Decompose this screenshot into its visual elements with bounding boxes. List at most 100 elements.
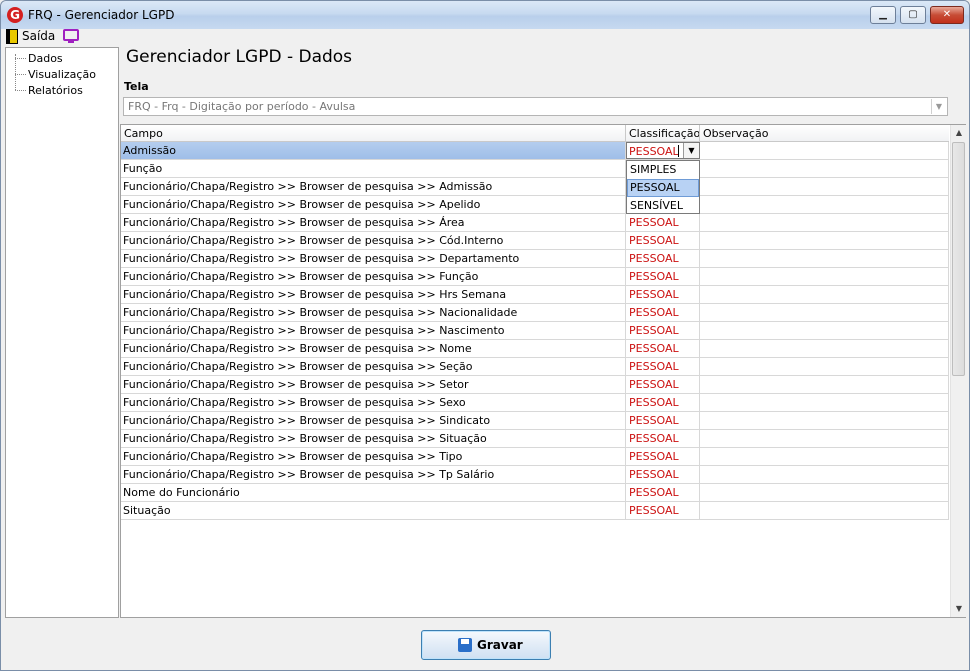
cell-campo[interactable]: Funcionário/Chapa/Registro >> Browser de… — [121, 466, 626, 483]
cell-campo[interactable]: Nome do Funcionário — [121, 484, 626, 501]
cell-campo[interactable]: Funcionário/Chapa/Registro >> Browser de… — [121, 322, 626, 339]
cell-observacao[interactable] — [700, 484, 949, 501]
save-button[interactable]: Gravar — [421, 630, 551, 660]
cell-observacao[interactable] — [700, 214, 949, 231]
cell-observacao[interactable] — [700, 286, 949, 303]
cell-classificacao[interactable]: PESSOAL — [626, 484, 700, 501]
cell-campo[interactable]: Funcionário/Chapa/Registro >> Browser de… — [121, 304, 626, 321]
table-row[interactable]: Funcionário/Chapa/Registro >> Browser de… — [121, 232, 949, 250]
cell-campo[interactable]: Funcionário/Chapa/Registro >> Browser de… — [121, 358, 626, 375]
cell-observacao[interactable] — [700, 448, 949, 465]
close-button[interactable]: ✕ — [930, 6, 964, 24]
table-row[interactable]: Funcionário/Chapa/Registro >> Browser de… — [121, 358, 949, 376]
cell-observacao[interactable] — [700, 394, 949, 411]
minimize-button[interactable]: ▁ — [870, 6, 896, 24]
cell-classificacao[interactable]: PESSOAL — [626, 448, 700, 465]
cell-observacao[interactable] — [700, 412, 949, 429]
chevron-down-icon[interactable]: ▼ — [683, 143, 699, 158]
dropdown-option[interactable]: PESSOAL — [627, 179, 699, 197]
cell-classificacao[interactable]: PESSOAL — [626, 268, 700, 285]
cell-classificacao[interactable]: PESSOAL — [626, 412, 700, 429]
cell-observacao[interactable] — [700, 358, 949, 375]
cell-observacao[interactable] — [700, 250, 949, 267]
cell-campo[interactable]: Funcionário/Chapa/Registro >> Browser de… — [121, 286, 626, 303]
table-row[interactable]: Funcionário/Chapa/Registro >> Browser de… — [121, 196, 949, 214]
monitor-icon[interactable] — [63, 29, 79, 43]
cell-observacao[interactable] — [700, 232, 949, 249]
cell-campo[interactable]: Funcionário/Chapa/Registro >> Browser de… — [121, 412, 626, 429]
cell-observacao[interactable] — [700, 430, 949, 447]
cell-classificacao[interactable]: PESSOAL — [626, 250, 700, 267]
table-row[interactable]: Nome do Funcionário PESSOAL — [121, 484, 949, 502]
dropdown-option[interactable]: SENSÍVEL — [627, 197, 699, 215]
cell-campo[interactable]: Funcionário/Chapa/Registro >> Browser de… — [121, 376, 626, 393]
table-row[interactable]: Funcionário/Chapa/Registro >> Browser de… — [121, 412, 949, 430]
cell-observacao[interactable] — [700, 142, 949, 159]
cell-classificacao[interactable]: PESSOAL — [626, 286, 700, 303]
cell-observacao[interactable] — [700, 340, 949, 357]
table-row[interactable]: Situação PESSOAL — [121, 502, 949, 520]
column-header-campo[interactable]: Campo — [121, 125, 626, 141]
table-row[interactable]: Funcionário/Chapa/Registro >> Browser de… — [121, 268, 949, 286]
table-row[interactable]: Funcionário/Chapa/Registro >> Browser de… — [121, 340, 949, 358]
table-row[interactable]: Funcionário/Chapa/Registro >> Browser de… — [121, 430, 949, 448]
cell-observacao[interactable] — [700, 268, 949, 285]
cell-campo[interactable]: Funcionário/Chapa/Registro >> Browser de… — [121, 214, 626, 231]
cell-campo[interactable]: Funcionário/Chapa/Registro >> Browser de… — [121, 448, 626, 465]
classification-editor[interactable]: PESSOAL ▼ — [626, 142, 700, 159]
column-header-classificacao[interactable]: Classificação — [626, 125, 700, 141]
cell-classificacao[interactable]: PESSOAL — [626, 322, 700, 339]
chevron-down-icon[interactable]: ▼ — [931, 99, 946, 114]
cell-observacao[interactable] — [700, 178, 949, 195]
table-row[interactable]: Função — [121, 160, 949, 178]
cell-campo[interactable]: Funcionário/Chapa/Registro >> Browser de… — [121, 250, 626, 267]
cell-campo[interactable]: Funcionário/Chapa/Registro >> Browser de… — [121, 340, 626, 357]
cell-observacao[interactable] — [700, 376, 949, 393]
table-row[interactable]: Funcionário/Chapa/Registro >> Browser de… — [121, 286, 949, 304]
cell-classificacao[interactable]: PESSOAL — [626, 214, 700, 231]
cell-observacao[interactable] — [700, 196, 949, 213]
cell-classificacao[interactable]: PESSOAL — [626, 430, 700, 447]
cell-observacao[interactable] — [700, 322, 949, 339]
table-row[interactable]: Funcionário/Chapa/Registro >> Browser de… — [121, 304, 949, 322]
table-row[interactable]: Funcionário/Chapa/Registro >> Browser de… — [121, 250, 949, 268]
cell-classificacao[interactable]: PESSOAL — [626, 376, 700, 393]
table-row[interactable]: Funcionário/Chapa/Registro >> Browser de… — [121, 322, 949, 340]
cell-observacao[interactable] — [700, 466, 949, 483]
cell-classificacao[interactable]: PESSOAL — [626, 502, 700, 519]
vertical-scrollbar[interactable]: ▲ ▼ — [950, 125, 966, 617]
cell-campo[interactable]: Admissão — [121, 142, 626, 159]
cell-classificacao[interactable]: PESSOAL — [626, 232, 700, 249]
cell-campo[interactable]: Funcionário/Chapa/Registro >> Browser de… — [121, 196, 626, 213]
exit-door-icon[interactable] — [6, 29, 18, 44]
table-row[interactable]: Funcionário/Chapa/Registro >> Browser de… — [121, 466, 949, 484]
cell-campo[interactable]: Situação — [121, 502, 626, 519]
cell-campo[interactable]: Funcionário/Chapa/Registro >> Browser de… — [121, 178, 626, 195]
table-row[interactable]: Funcionário/Chapa/Registro >> Browser de… — [121, 214, 949, 232]
menu-exit[interactable]: Saída — [22, 29, 55, 43]
cell-campo[interactable]: Funcionário/Chapa/Registro >> Browser de… — [121, 268, 626, 285]
dropdown-option[interactable]: SIMPLES — [627, 161, 699, 179]
tela-select[interactable]: FRQ - Frq - Digitação por período - Avul… — [123, 97, 948, 116]
cell-campo[interactable]: Funcionário/Chapa/Registro >> Browser de… — [121, 430, 626, 447]
cell-campo[interactable]: Função — [121, 160, 626, 177]
maximize-button[interactable]: ▢ — [900, 6, 926, 24]
cell-observacao[interactable] — [700, 304, 949, 321]
cell-campo[interactable]: Funcionário/Chapa/Registro >> Browser de… — [121, 394, 626, 411]
cell-campo[interactable]: Funcionário/Chapa/Registro >> Browser de… — [121, 232, 626, 249]
cell-classificacao[interactable]: PESSOAL — [626, 358, 700, 375]
cell-classificacao[interactable]: PESSOAL — [626, 304, 700, 321]
cell-observacao[interactable] — [700, 160, 949, 177]
cell-classificacao[interactable]: PESSOAL — [626, 394, 700, 411]
table-row[interactable]: Funcionário/Chapa/Registro >> Browser de… — [121, 376, 949, 394]
table-row[interactable]: Funcionário/Chapa/Registro >> Browser de… — [121, 394, 949, 412]
title-bar[interactable]: G FRQ - Gerenciador LGPD ▁ ▢ ✕ — [1, 1, 969, 29]
scroll-thumb[interactable] — [952, 142, 965, 376]
column-header-observacao[interactable]: Observação — [700, 125, 949, 141]
cell-classificacao[interactable]: PESSOAL — [626, 340, 700, 357]
table-row[interactable]: Funcionário/Chapa/Registro >> Browser de… — [121, 178, 949, 196]
table-row[interactable]: Funcionário/Chapa/Registro >> Browser de… — [121, 448, 949, 466]
table-row[interactable]: AdmissãoPESSOAL — [121, 142, 949, 160]
cell-classificacao[interactable]: PESSOAL — [626, 466, 700, 483]
cell-observacao[interactable] — [700, 502, 949, 519]
